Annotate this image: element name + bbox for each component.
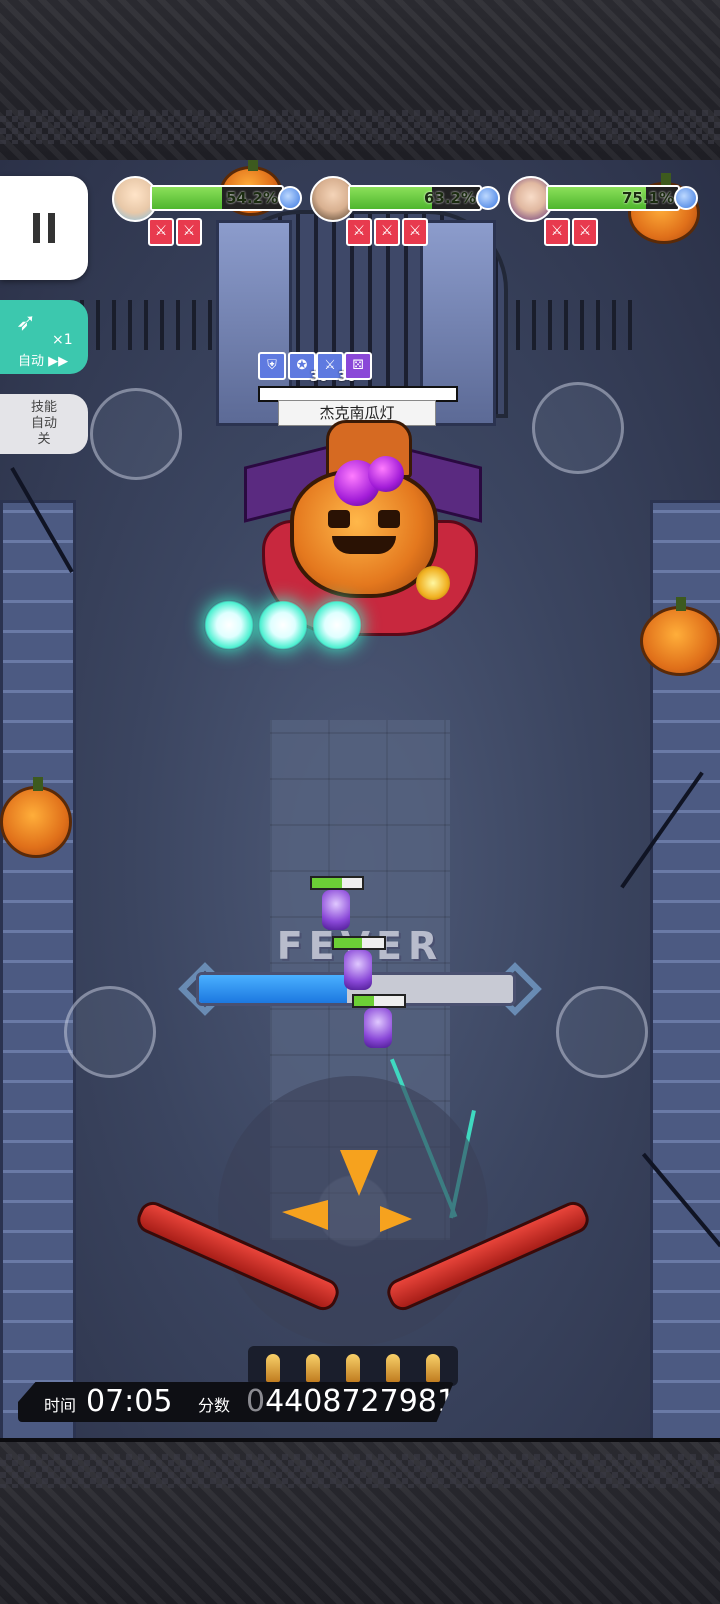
score-digits: 4408727981 [265,1384,456,1419]
score-prefix: 0 [246,1384,266,1419]
pinball-launch-icon: ➶ [16,308,37,336]
hero-status-2: 63.2% ⚔ ⚔ ⚔ [310,176,500,252]
ball-stock-icon [346,1354,360,1382]
auto-label: 自动 ▶▶ [18,354,69,369]
unit-body [322,890,350,930]
unit-hp-bar [352,994,406,1008]
skill-orb-icon [278,186,302,210]
pause-icon [33,213,40,243]
fence-left [80,300,220,350]
shield-star-icon: ✪30 [288,352,328,385]
ball-stock-icon [426,1354,440,1382]
score-label: 分数 [198,1396,231,1415]
skill-auto-line1: 技能 [30,400,57,415]
hero-hp-bar: 63.2% [348,185,482,211]
unit-hp-fill [354,996,374,1006]
left-wall [0,500,76,1438]
checker-strip [0,110,720,144]
pause-icon [48,213,55,243]
hero-hp-text: 54.2% [225,189,278,207]
energy-ball [258,600,308,650]
ball-stock-icon [306,1354,320,1382]
sword-buff-icon: ⚔ [176,218,202,246]
dice-icon: ⚄ [344,352,372,380]
unit-hp-fill [334,938,362,948]
skill-auto-line2: 自动 [30,416,57,431]
hero-status-3: 75.1% ⚔ ⚔ [508,176,698,252]
hero-hp-bar: 54.2% [150,185,284,211]
skill-orb-icon [476,186,500,210]
unit-hp-bar [310,876,364,890]
checker-strip [0,1454,720,1488]
lantern-icon [416,566,450,600]
boss-face [324,510,404,556]
hero-ball [352,994,406,1052]
hero-ball [310,876,364,934]
skill-auto-state: 关 [37,432,51,447]
shield-icon: ⛨ [258,352,286,380]
hero-ball [332,936,386,994]
top-bezel [0,0,720,164]
skill-orb-icon [674,186,698,210]
hero-hp-text: 75.1% [621,189,674,207]
bumper-top-right [532,382,624,474]
time-value: 07:05 [86,1384,173,1419]
purple-orb-effect [368,456,404,492]
sword-buff-icon: ⚔ [374,218,400,246]
sword-buff-icon: ⚔ [148,218,174,246]
ball-stock-icon [386,1354,400,1382]
unit-body [344,950,372,990]
pumpkin-decoration [640,597,720,676]
unit-hp-fill [312,878,342,888]
time-label: 时间 [44,1396,77,1415]
bottom-bezel [0,1438,720,1604]
hero-hp-bar: 75.1% [546,185,680,211]
pumpkin-decoration [0,777,72,858]
sword-buff-icon: ⚔ [346,218,372,246]
pause-button[interactable] [0,176,88,280]
skill-auto-toggle[interactable]: 技能 自动 关 [0,394,88,454]
bumper-bottom-right [556,986,648,1078]
sword-buff-icon: ⚔ [544,218,570,246]
hero-hp-fill [152,187,223,209]
bumper-top-left [90,388,182,480]
unit-hp-bar [332,936,386,950]
ball-stock [248,1346,458,1386]
boss-eye [328,510,350,528]
score-value: 04408727981 [246,1384,456,1419]
sword-buff-icon: ⚔ [402,218,428,246]
ball-stock-icon [266,1354,280,1382]
auto-speed-button[interactable]: ➶ ×1 自动 ▶▶ [0,300,88,374]
boss-mouth [332,536,396,554]
sword-icon: ⚔30 [316,352,356,385]
status-bar: 时间 07:05 分数 04408727981 [18,1382,454,1422]
speed-multiplier: ×1 [52,332,73,348]
hero-status-1: 54.2% ⚔ ⚔ [112,176,302,252]
fence-right [500,300,640,350]
sword-buff-icon: ⚔ [572,218,598,246]
unit-body [364,1008,392,1048]
launcher-ring [218,1076,488,1346]
fever-gauge-fill [199,975,347,1003]
energy-ball [312,600,362,650]
boss-eye [378,510,400,528]
hero-hp-text: 63.2% [423,189,476,207]
bumper-bottom-left [64,986,156,1078]
hero-hp-fill [350,187,433,209]
energy-ball [204,600,254,650]
